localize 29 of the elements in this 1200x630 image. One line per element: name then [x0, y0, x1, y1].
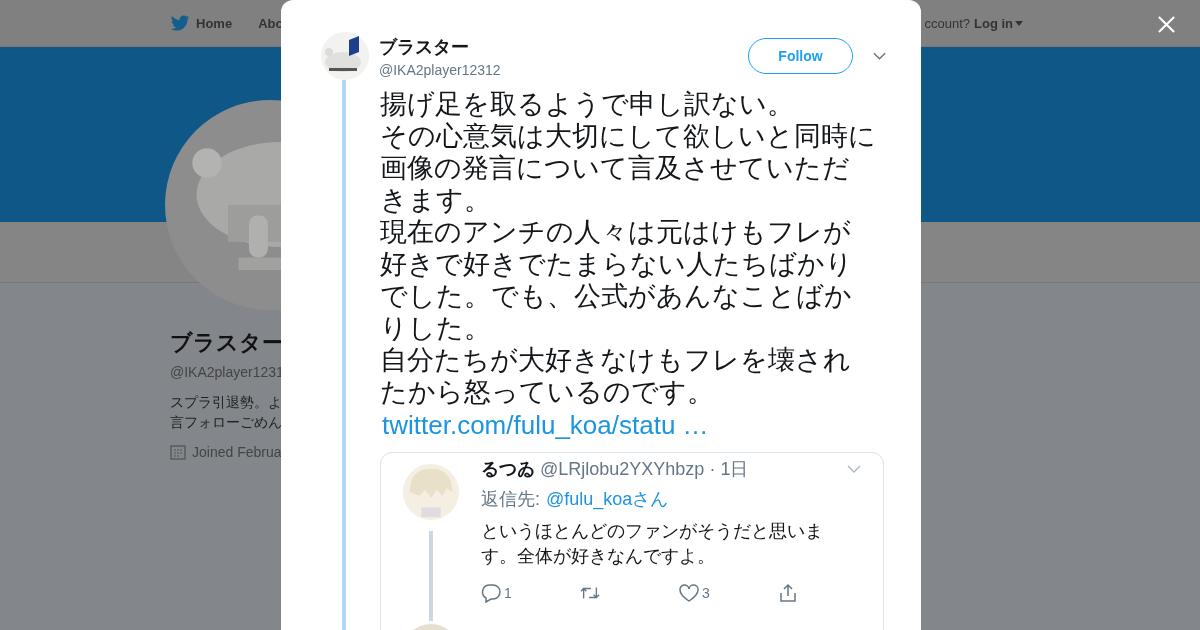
like-count: 3 [702, 585, 710, 601]
tweet-link[interactable]: twitter.com/fulu_koa/statu … [382, 410, 884, 441]
login-link[interactable]: Log in [974, 15, 1023, 31]
heart-icon [679, 583, 699, 603]
calendar-icon [170, 444, 186, 460]
reply-count: 1 [504, 585, 512, 601]
author-handle: @IKA2player12312 [379, 61, 502, 78]
comment-icon [481, 583, 501, 603]
bird-icon [170, 14, 190, 32]
joined-date: Joined Februa [192, 444, 282, 460]
chevron-down-icon [847, 465, 861, 473]
profile-handle: @IKA2player1231 [170, 364, 284, 380]
author-handle: @LRjlobu2YXYhbzp [540, 458, 705, 480]
separator-dot: · [709, 458, 716, 480]
reply-label: 返信先: [481, 488, 540, 511]
close-icon[interactable] [1157, 15, 1176, 34]
chevron-down-icon[interactable] [873, 52, 886, 60]
account-prompt: ccount? [924, 15, 970, 31]
tweet-text: 揚げ足を取るようで申し訳ない。 その心意気は大切にして欲しいと同時に 画像の発言について言及させていただ きます。 現在のアンチの人々は元はけもフレが 好きで好きでたまらない人たちばかり でした。でも、公式があんなことばか りした。 自分たちが大好きなけもフレを壊され たから怒っているのです。 [380, 88, 876, 408]
caret-icon [1015, 20, 1023, 26]
author-name: ブラスター [379, 35, 470, 59]
nav-link[interactable]: Home [170, 14, 233, 32]
author-name: るつゐ [481, 458, 535, 481]
share-icon [778, 583, 798, 603]
timestamp: 1日 [720, 458, 749, 481]
profile-bio: スプラ引退勢。よ [170, 393, 282, 412]
profile-bio: 言フォローごめん [170, 413, 282, 432]
reply-text: というほとんどのファンがそうだと思います。全体が好きなんですよ。 [481, 520, 824, 568]
follow-button[interactable]: Follow [748, 38, 853, 74]
